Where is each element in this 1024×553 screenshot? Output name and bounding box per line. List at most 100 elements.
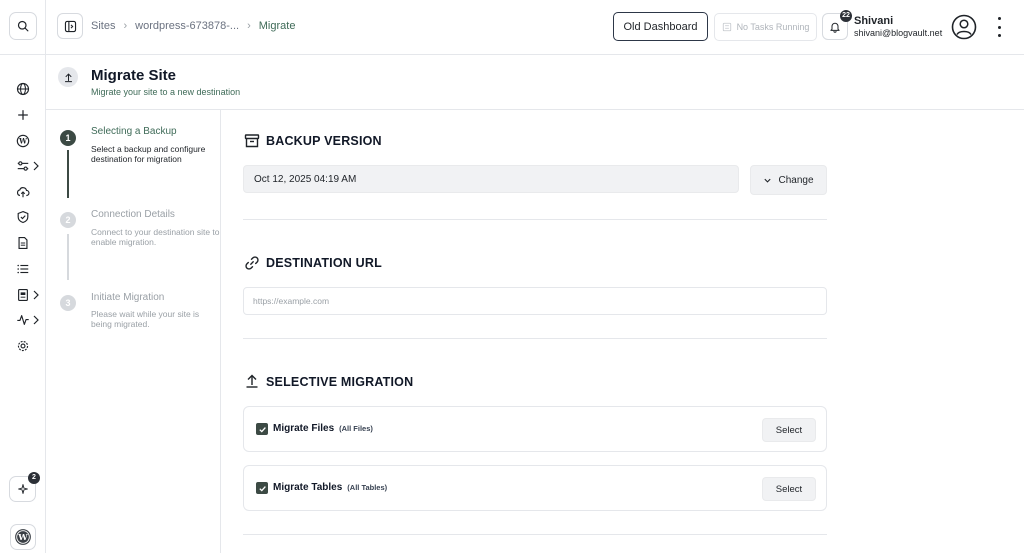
rail-item-documents[interactable]: [14, 234, 32, 252]
user-avatar[interactable]: [951, 14, 977, 40]
step-3-title[interactable]: Initiate Migration: [91, 292, 164, 303]
chevron-right-icon: [33, 290, 39, 300]
rail-item-globe[interactable]: [14, 80, 32, 98]
migrate-files-card: Migrate Files (All Files) Select: [243, 406, 827, 452]
selective-migration-title: SELECTIVE MIGRATION: [266, 375, 414, 389]
step-1-title[interactable]: Selecting a Backup: [91, 126, 177, 137]
change-button-label: Change: [778, 174, 814, 186]
backup-version-title: BACKUP VERSION: [266, 134, 382, 148]
left-rail: W 2 W: [0, 0, 46, 553]
user-email: shivani@blogvault.net: [854, 28, 943, 38]
step-2-number: 2: [60, 212, 76, 228]
step-3-number: 3: [60, 295, 76, 311]
user-avatar-icon: [951, 14, 977, 40]
breadcrumb-site[interactable]: wordpress-673878-...: [135, 20, 239, 32]
task-icon: [722, 22, 731, 32]
list-icon: [17, 264, 29, 274]
migrate-tables-sub: (All Tables): [347, 483, 388, 492]
kebab-dot: [997, 25, 1001, 29]
page-title: Migrate Site: [91, 67, 177, 84]
section-divider: [243, 219, 827, 220]
step-connector: [67, 150, 69, 198]
checkmark-icon: [258, 426, 266, 433]
rail-item-settings[interactable]: [14, 157, 32, 175]
migration-stepper: 1 Selecting a Backup Select a backup and…: [46, 110, 221, 553]
wordpress-icon: W: [16, 134, 30, 148]
plus-icon: [18, 110, 28, 120]
activity-icon: [17, 315, 29, 325]
sidebar-toggle-button[interactable]: [57, 13, 83, 39]
notification-count-badge: 22: [840, 10, 852, 22]
tasks-label: No Tasks Running: [736, 22, 810, 32]
shield-check-icon: [17, 210, 29, 224]
ai-badge: 2: [28, 472, 40, 484]
sparkle-icon: [17, 484, 28, 494]
archive-box-icon: [244, 134, 260, 148]
checkmark-icon: [258, 485, 266, 492]
report-icon: [18, 289, 28, 301]
rail-item-activity[interactable]: [14, 311, 32, 329]
panel-toggle-icon: [64, 20, 76, 32]
gear-icon: [17, 340, 29, 352]
chevron-right-icon: [33, 161, 39, 171]
upload-arrow-icon: [246, 374, 258, 388]
backup-version-value: Oct 12, 2025 04:19 AM: [254, 173, 357, 185]
rail-item-reports[interactable]: [14, 286, 32, 304]
page-subtitle: Migrate your site to a new destination: [91, 87, 241, 97]
step-2-title[interactable]: Connection Details: [91, 209, 175, 220]
step-1-number: 1: [60, 130, 76, 146]
chevron-down-icon: [764, 178, 772, 183]
destination-url-input[interactable]: [243, 287, 827, 315]
step-2-description: Connect to your destination site to enab…: [91, 227, 220, 247]
breadcrumb-sites[interactable]: Sites: [91, 20, 115, 32]
page-header: Migrate Site Migrate your site to a new …: [46, 55, 1024, 110]
app-root: W 2 W Sites › wordpress-673878-... › Mig…: [0, 0, 1024, 553]
select-files-button[interactable]: Select: [762, 418, 816, 442]
migrate-files-text: Migrate Files: [273, 423, 335, 434]
wordpress-logo-icon: W: [15, 529, 31, 545]
user-name: Shivani: [854, 15, 894, 27]
rail-item-wordpress[interactable]: W: [14, 132, 32, 150]
breadcrumb: Sites › wordpress-673878-... › Migrate: [91, 20, 295, 32]
rail-item-security[interactable]: [14, 208, 32, 226]
settings-sliders-icon: [17, 161, 29, 171]
search-icon: [17, 20, 29, 32]
section-divider: [243, 338, 827, 339]
migrate-files-checkbox[interactable]: [256, 423, 268, 435]
more-menu-button[interactable]: [994, 17, 1004, 37]
svg-text:W: W: [17, 532, 28, 542]
rail-divider: [0, 54, 46, 55]
destination-url-title: DESTINATION URL: [266, 256, 382, 270]
step-3-description: Please wait while your site is being mig…: [91, 309, 200, 329]
rail-item-backups[interactable]: [14, 183, 32, 201]
wordpress-site-button[interactable]: W: [10, 524, 36, 550]
rail-item-gear[interactable]: [14, 337, 32, 355]
section-divider: [243, 534, 827, 535]
backup-version-field: Oct 12, 2025 04:19 AM: [243, 165, 739, 193]
tasks-status[interactable]: No Tasks Running: [714, 13, 817, 41]
step-connector: [67, 234, 69, 280]
breadcrumb-separator: ›: [123, 20, 128, 32]
search-button[interactable]: [9, 12, 37, 40]
change-backup-button[interactable]: Change: [750, 165, 827, 195]
link-icon: [245, 256, 259, 270]
step-1-description: Select a backup and configure destinatio…: [91, 144, 206, 164]
rail-item-add[interactable]: [14, 106, 32, 124]
rail-item-list[interactable]: [14, 260, 32, 278]
migrate-header-icon-wrap: [58, 67, 78, 87]
chevron-right-icon: [33, 315, 39, 325]
main-content: BACKUP VERSION Oct 12, 2025 04:19 AM Cha…: [221, 110, 1024, 553]
migrate-files-label: Migrate Files (All Files): [273, 423, 373, 434]
migrate-tables-label: Migrate Tables (All Tables): [273, 482, 387, 493]
old-dashboard-button[interactable]: Old Dashboard: [613, 12, 708, 41]
kebab-dot: [997, 17, 1001, 20]
migrate-tables-checkbox[interactable]: [256, 482, 268, 494]
globe-icon: [16, 82, 30, 96]
svg-text:W: W: [18, 137, 27, 146]
breadcrumb-current: Migrate: [258, 20, 296, 32]
cloud-upload-icon: [16, 187, 30, 198]
kebab-dot: [997, 34, 1001, 37]
migrate-tables-text: Migrate Tables: [273, 482, 343, 493]
migrate-tables-card: Migrate Tables (All Tables) Select: [243, 465, 827, 511]
select-tables-button[interactable]: Select: [762, 477, 816, 501]
